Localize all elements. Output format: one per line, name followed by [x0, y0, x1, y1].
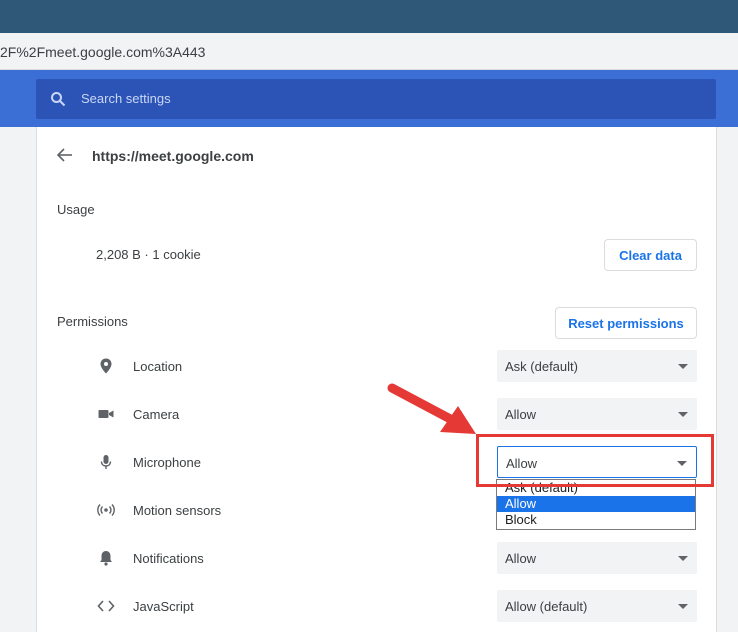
- permission-row-javascript: JavaScript Allow (default): [37, 582, 718, 630]
- permission-label: Notifications: [133, 551, 204, 566]
- select-value: Allow (default): [505, 599, 588, 614]
- chevron-down-icon: [678, 556, 688, 561]
- search-settings-box[interactable]: Search settings: [36, 79, 716, 119]
- camera-select[interactable]: Allow: [497, 398, 697, 430]
- microphone-icon: [100, 455, 112, 469]
- settings-header: Search settings: [0, 70, 738, 127]
- notifications-select[interactable]: Allow: [497, 542, 697, 574]
- permissions-heading: Permissions: [57, 314, 128, 329]
- permission-label: Microphone: [133, 455, 201, 470]
- permission-row-notifications: Notifications Allow: [37, 534, 718, 582]
- location-select[interactable]: Ask (default): [497, 350, 697, 382]
- search-input[interactable]: Search settings: [81, 91, 171, 106]
- reset-permissions-button[interactable]: Reset permissions: [555, 307, 697, 339]
- permission-row-camera: Camera Allow: [37, 390, 718, 438]
- permission-label: JavaScript: [133, 599, 194, 614]
- permission-row-location: Location Ask (default): [37, 342, 718, 390]
- annotation-highlight-box: [476, 434, 714, 487]
- dropdown-option-allow[interactable]: Allow: [497, 496, 695, 512]
- usage-value: 2,208 B · 1 cookie: [96, 247, 201, 262]
- bell-icon: [100, 551, 112, 566]
- clear-data-button[interactable]: Clear data: [604, 239, 697, 271]
- page-title: https://meet.google.com: [92, 148, 254, 164]
- address-text[interactable]: 2F%2Fmeet.google.com%3A443: [0, 44, 205, 60]
- motion-sensors-icon: [97, 504, 115, 516]
- select-value: Allow: [505, 551, 537, 566]
- permission-label: Motion sensors: [133, 503, 222, 518]
- select-value: Ask (default): [505, 359, 578, 374]
- permission-label: Location: [133, 359, 183, 374]
- chevron-down-icon: [678, 604, 688, 609]
- browser-title-bar: [0, 0, 738, 33]
- usage-heading: Usage: [57, 202, 95, 217]
- chevron-down-icon: [678, 364, 688, 369]
- select-value: Allow: [505, 407, 537, 422]
- site-settings-card: https://meet.google.com Usage 2,208 B · …: [36, 127, 717, 632]
- permission-label: Camera: [133, 407, 180, 422]
- location-pin-icon: [100, 358, 112, 374]
- search-icon: [51, 92, 66, 107]
- address-bar[interactable]: 2F%2Fmeet.google.com%3A443: [0, 33, 738, 70]
- camera-icon: [98, 410, 114, 418]
- javascript-select[interactable]: Allow (default): [497, 590, 697, 622]
- back-arrow-icon[interactable]: [56, 146, 74, 164]
- code-icon: [97, 600, 115, 612]
- dropdown-option-block[interactable]: Block: [497, 512, 695, 528]
- chevron-down-icon: [678, 412, 688, 417]
